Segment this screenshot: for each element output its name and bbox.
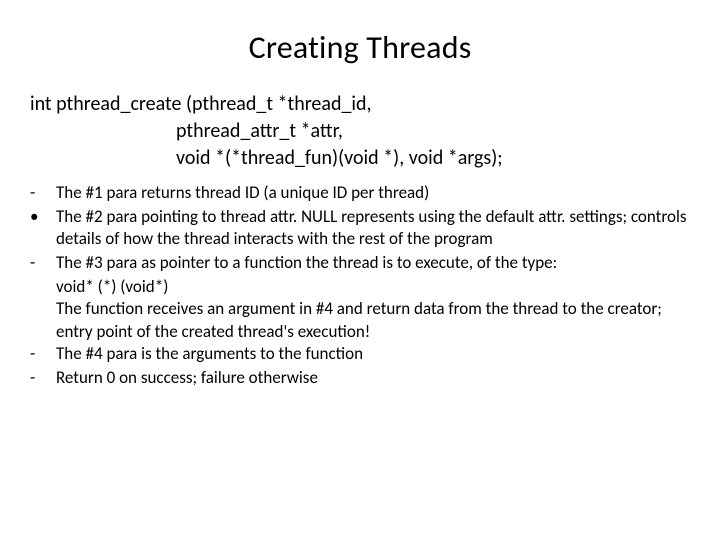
bullet-text: The #2 para pointing to thread attr. NUL… (56, 206, 696, 250)
bullet-text: The #3 para as pointer to a function the… (56, 252, 696, 274)
bullet-marker: - (24, 252, 56, 274)
bullet-item: - The #3 para as pointer to a function t… (24, 252, 696, 274)
bullet-text: The #4 para is the arguments to the func… (56, 343, 696, 365)
bullet-marker: - (24, 367, 56, 389)
bullet-text: Return 0 on success; failure otherwise (56, 367, 696, 389)
bullet-item: - The #4 para is the arguments to the fu… (24, 343, 696, 365)
bullet-item: - Return 0 on success; failure otherwise (24, 367, 696, 389)
bullet-list: - The #1 para returns thread ID (a uniqu… (24, 182, 696, 389)
signature-line-2: pthread_attr_t *attr, (30, 118, 696, 145)
bullet-marker: • (24, 206, 56, 250)
slide-title: Creating Threads (24, 28, 696, 67)
bullet-subtext: void* (*) (void*) (56, 276, 696, 298)
signature-line-1: int pthread_create (pthread_t *thread_id… (30, 91, 696, 118)
bullet-subtext: The function receives an argument in #4 … (56, 298, 696, 342)
bullet-marker: - (24, 343, 56, 365)
bullet-text: The #1 para returns thread ID (a unique … (56, 182, 696, 204)
function-signature: int pthread_create (pthread_t *thread_id… (30, 91, 696, 172)
bullet-marker: - (24, 182, 56, 204)
signature-line-3: void *(*thread_fun)(void *), void *args)… (30, 145, 696, 172)
bullet-item: - The #1 para returns thread ID (a uniqu… (24, 182, 696, 204)
slide: Creating Threads int pthread_create (pth… (0, 0, 720, 540)
bullet-item: • The #2 para pointing to thread attr. N… (24, 206, 696, 250)
